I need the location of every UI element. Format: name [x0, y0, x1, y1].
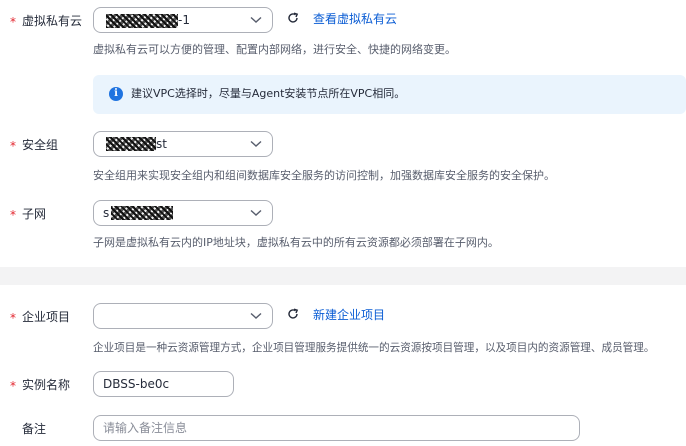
security-group-field-label: * 安全组 — [10, 134, 58, 154]
vpc-field-label: * 虚拟私有云 — [10, 10, 82, 30]
enterprise-project-hint: 企业项目是一种云资源管理方式，企业项目管理服务提供统一的云资源按项目管理，以及项… — [93, 342, 655, 354]
vpc-label: 虚拟私有云 — [22, 14, 83, 28]
create-enterprise-project-link[interactable]: 新建企业项目 — [313, 308, 385, 322]
required-mark: * — [10, 379, 16, 393]
vpc-select-value: -1 — [178, 13, 190, 27]
security-group-label: 安全组 — [22, 138, 59, 152]
chevron-down-icon — [250, 16, 262, 23]
subnet-hint: 子网是虚拟私有云内的IP地址块，虚拟私有云中的所有云资源都必须部署在子网内。 — [93, 236, 499, 249]
section-divider — [0, 267, 686, 285]
required-mark: * — [10, 139, 16, 153]
vpc-info-text: 建议VPC选择时，尽量与Agent安装节点所在VPC相同。 — [131, 87, 406, 100]
chevron-down-icon — [250, 140, 262, 147]
instance-name-label: 实例名称 — [22, 378, 71, 392]
subnet-label: 子网 — [22, 207, 47, 221]
subnet-select[interactable]: s — [93, 200, 273, 226]
required-mark: * — [10, 208, 16, 222]
remark-field-label: 备注 — [10, 418, 46, 438]
vpc-hint: 虚拟私有云可以方便的管理、配置内部网络，进行安全、快捷的网络变更。 — [93, 43, 456, 56]
enterprise-project-select[interactable] — [93, 303, 273, 329]
view-vpc-link[interactable]: 查看虚拟私有云 — [313, 12, 397, 26]
subnet-select-value: s — [103, 206, 110, 220]
redacted-mask — [106, 137, 156, 151]
remark-label: 备注 — [22, 422, 47, 436]
refresh-icon[interactable] — [287, 308, 299, 320]
remark-input[interactable] — [93, 415, 580, 441]
vpc-select[interactable]: -1 — [93, 7, 273, 33]
chevron-down-icon — [250, 312, 262, 319]
security-group-select-value: st — [156, 137, 167, 151]
redacted-mask — [111, 206, 173, 220]
refresh-icon[interactable] — [287, 12, 299, 24]
enterprise-project-field-label: * 企业项目 — [10, 306, 70, 326]
security-group-select[interactable]: st — [93, 131, 273, 157]
required-mark: * — [10, 311, 16, 325]
chevron-down-icon — [250, 209, 262, 216]
info-icon: i — [109, 87, 123, 101]
instance-name-field-label: * 实例名称 — [10, 374, 70, 394]
enterprise-project-label: 企业项目 — [22, 310, 71, 324]
redacted-mask — [106, 14, 178, 28]
security-group-hint: 安全组用来实现安全组内和组间数据库安全服务的访问控制，加强数据库安全服务的安全保… — [93, 169, 555, 182]
vpc-info-alert: i 建议VPC选择时，尽量与Agent安装节点所在VPC相同。 — [93, 75, 686, 114]
instance-name-input[interactable] — [93, 371, 234, 397]
subnet-field-label: * 子网 — [10, 203, 46, 223]
required-mark: * — [10, 15, 16, 29]
